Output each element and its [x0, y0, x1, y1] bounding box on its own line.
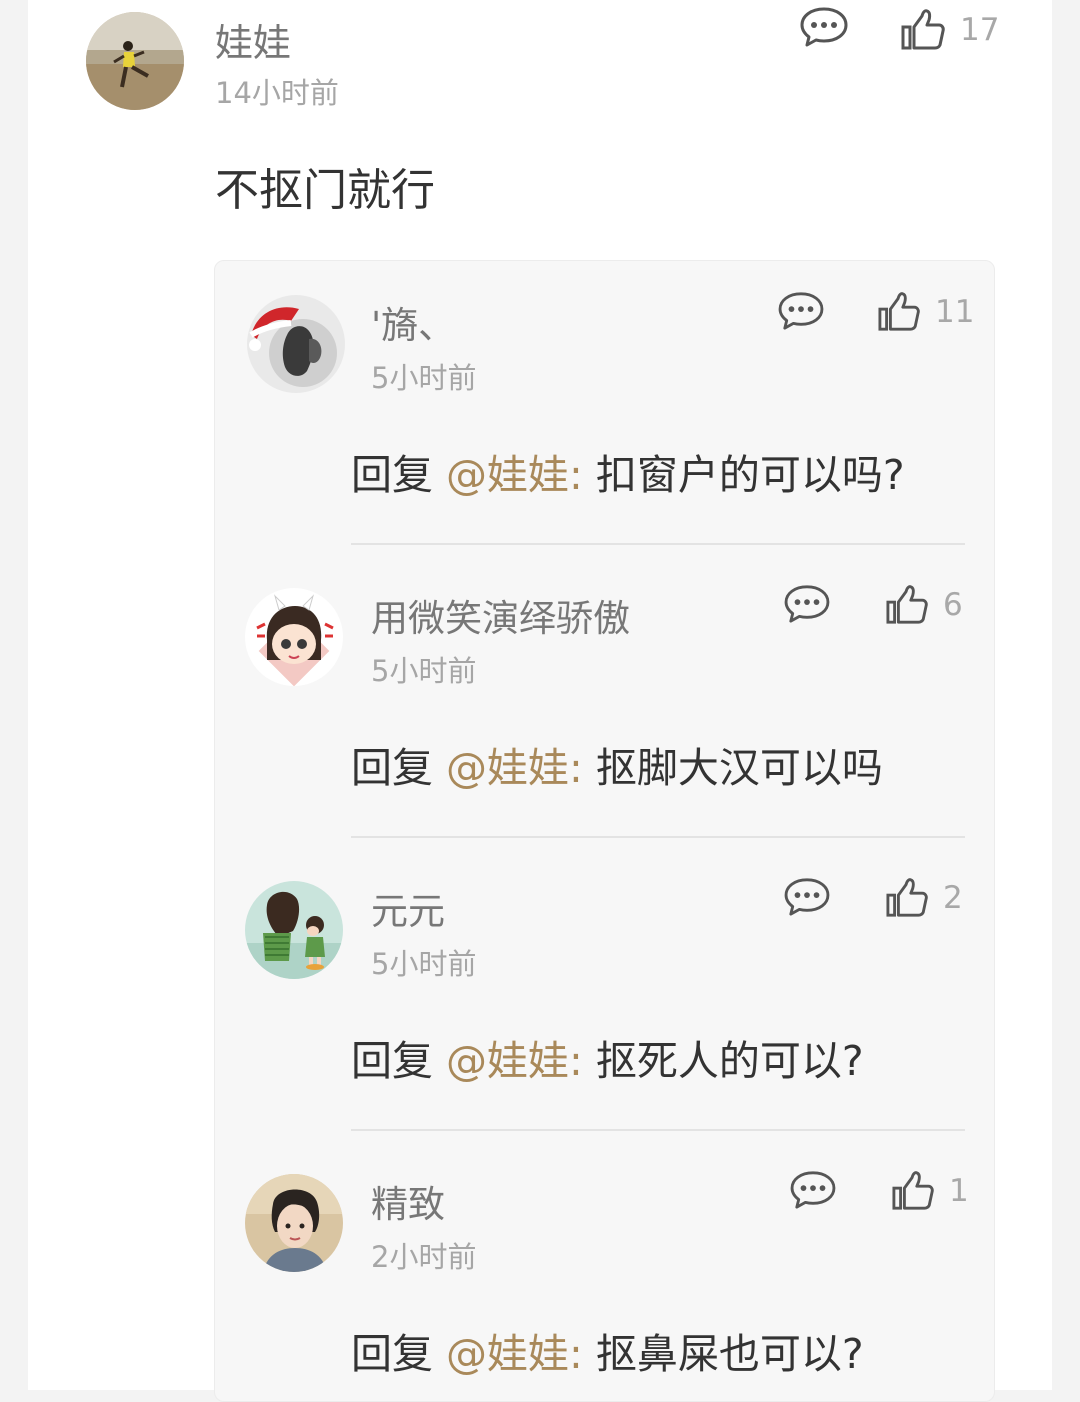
like-count: 2: [943, 880, 963, 916]
thumbs-up-icon: [878, 292, 920, 331]
reply-label: 回复: [351, 744, 433, 792]
reply-author-name[interactable]: '旖、: [371, 295, 455, 349]
reply-content: 抠鼻屎也可以?: [595, 1330, 864, 1378]
reply-time: 2小时前: [371, 1240, 477, 1274]
reply-button[interactable]: [799, 6, 849, 48]
reply-button[interactable]: [777, 291, 825, 331]
reply-avatar[interactable]: [245, 1174, 343, 1272]
divider: [351, 1129, 965, 1131]
divider: [351, 836, 965, 838]
avatar-cartoon-girl-icon: [245, 588, 343, 686]
comment-page: 娃娃 14小时前 17 不抠门就行 '旖、 5小时前 11 回复 @娃娃: 扣窗…: [28, 0, 1052, 1402]
thumbs-up-icon: [901, 9, 945, 50]
reply-label: 回复: [351, 451, 433, 499]
comment-time: 14小时前: [215, 76, 339, 110]
reply-button[interactable]: [789, 1170, 837, 1210]
reply-content: 扣窗户的可以吗?: [595, 451, 905, 499]
comment-text: 不抠门就行: [215, 165, 435, 216]
reply-text: 回复 @娃娃: 抠脚大汉可以吗: [351, 734, 883, 794]
avatar-christmas-hat-icon: [247, 295, 345, 393]
reply-content: 抠死人的可以?: [595, 1037, 864, 1085]
reply-author-name[interactable]: 精致: [371, 1174, 445, 1228]
thumbs-up-icon: [892, 1171, 934, 1210]
author-name[interactable]: 娃娃: [215, 12, 291, 67]
like-count: 6: [943, 587, 963, 623]
like-count: 17: [960, 12, 1000, 48]
reply-item: '旖、 5小时前 11 回复 @娃娃: 扣窗户的可以吗?: [215, 261, 994, 554]
mention-link[interactable]: @娃娃:: [446, 744, 583, 792]
reply-button[interactable]: [783, 877, 831, 917]
reply-button[interactable]: [783, 584, 831, 624]
comment-bubble-icon: [800, 7, 848, 47]
comment-bubble-icon: [790, 1171, 836, 1209]
divider: [351, 543, 965, 545]
reply-author-name[interactable]: 元元: [371, 881, 445, 935]
like-button[interactable]: 2: [885, 875, 963, 921]
avatar-girl-beach-icon: [86, 12, 184, 110]
reply-text: 回复 @娃娃: 抠死人的可以?: [351, 1027, 864, 1087]
author-avatar[interactable]: [86, 12, 184, 110]
reply-avatar[interactable]: [245, 881, 343, 979]
reply-label: 回复: [351, 1037, 433, 1085]
like-button[interactable]: 17: [900, 6, 999, 54]
comment-bubble-icon: [784, 878, 830, 916]
reply-avatar[interactable]: [247, 295, 345, 393]
reply-time: 5小时前: [371, 947, 477, 981]
reply-item: 用微笑演绎骄傲 5小时前 6 回复 @娃娃: 抠脚大汉可以吗: [215, 554, 994, 847]
avatar-cartoon-couple-icon: [245, 881, 343, 979]
reply-text: 回复 @娃娃: 抠鼻屎也可以?: [351, 1320, 864, 1380]
reply-item: 元元 5小时前 2 回复 @娃娃: 抠死人的可以?: [215, 847, 994, 1140]
mention-link[interactable]: @娃娃:: [446, 451, 583, 499]
reply-avatar[interactable]: [245, 588, 343, 686]
like-count: 11: [935, 294, 975, 330]
reply-author-name[interactable]: 用微笑演绎骄傲: [371, 588, 630, 642]
reply-time: 5小时前: [371, 654, 477, 688]
reply-content: 抠脚大汉可以吗: [595, 744, 883, 792]
like-button[interactable]: 1: [891, 1168, 969, 1214]
reply-text: 回复 @娃娃: 扣窗户的可以吗?: [351, 441, 905, 501]
reply-item: 精致 2小时前 1 回复 @娃娃: 抠鼻屎也可以?: [215, 1140, 994, 1401]
comment-bubble-icon: [784, 585, 830, 623]
like-button[interactable]: 6: [885, 582, 963, 628]
reply-list: '旖、 5小时前 11 回复 @娃娃: 扣窗户的可以吗? 用微笑演绎骄傲 5小时…: [214, 260, 995, 1402]
comment-bubble-icon: [778, 292, 824, 330]
mention-link[interactable]: @娃娃:: [446, 1330, 583, 1378]
thumbs-up-icon: [886, 585, 928, 624]
avatar-short-hair-icon: [245, 1174, 343, 1272]
mention-link[interactable]: @娃娃:: [446, 1037, 583, 1085]
like-button[interactable]: 11: [877, 289, 974, 335]
like-count: 1: [949, 1173, 969, 1209]
thumbs-up-icon: [886, 878, 928, 917]
reply-label: 回复: [351, 1330, 433, 1378]
reply-time: 5小时前: [371, 361, 477, 395]
